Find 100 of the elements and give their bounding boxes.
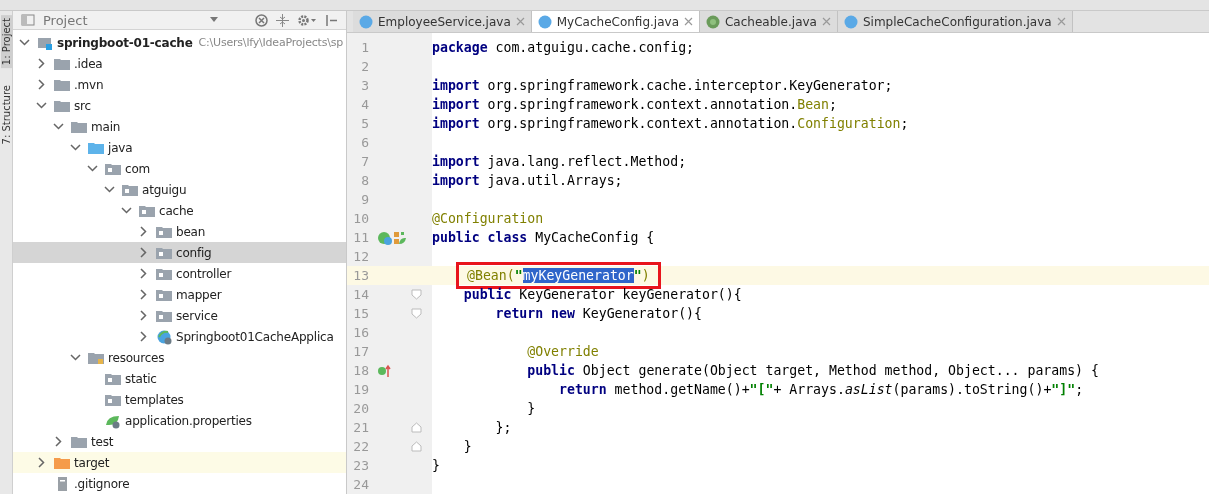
line-number: 12 bbox=[352, 249, 369, 264]
target-icon[interactable] bbox=[255, 13, 268, 27]
tree-label: config bbox=[176, 245, 212, 260]
code-line: return new KeyGenerator(){ bbox=[494, 306, 702, 321]
chevron-down-icon[interactable] bbox=[53, 121, 64, 132]
code-line: @Configuration bbox=[432, 211, 544, 226]
chevron-down-icon[interactable] bbox=[70, 352, 81, 363]
tree-row[interactable]: main bbox=[13, 116, 346, 137]
tree-row[interactable]: application.properties bbox=[13, 410, 346, 431]
line-number: 20 bbox=[352, 401, 369, 416]
line-number: 6 bbox=[360, 135, 369, 150]
fold-marker-icon[interactable] bbox=[411, 289, 422, 300]
line-number: 2 bbox=[360, 59, 369, 74]
editor-tab[interactable]: EmployeeService.java bbox=[353, 11, 532, 32]
tree-label: springboot-01-cache bbox=[57, 35, 193, 50]
tree-label: test bbox=[91, 434, 114, 449]
collapse-icon[interactable] bbox=[276, 13, 289, 27]
fold-marker-icon[interactable] bbox=[411, 422, 422, 433]
tree-row[interactable]: springboot-01-cache C:\Users\lfy\IdeaProjects\sp bbox=[13, 32, 346, 53]
tree-row[interactable]: com bbox=[13, 158, 346, 179]
code-line: import org.springframework.cache.interceptor.KeyGenerator; bbox=[432, 78, 893, 93]
close-icon[interactable] bbox=[684, 17, 693, 26]
tree-row[interactable]: test bbox=[13, 431, 346, 452]
fold-marker-icon[interactable] bbox=[411, 441, 422, 452]
tree-row[interactable]: service bbox=[13, 305, 346, 326]
code-line: return method.getName()+"["+ Arrays.asList(params).toString()+"]"; bbox=[558, 382, 1084, 397]
chevron-down-icon[interactable] bbox=[19, 37, 30, 48]
tree-row[interactable]: .idea bbox=[13, 53, 346, 74]
line-number: 22 bbox=[352, 439, 369, 454]
line-number: 1 bbox=[360, 40, 369, 55]
side-tab[interactable]: 1: Project bbox=[0, 15, 12, 69]
tree-row[interactable]: bean bbox=[13, 221, 346, 242]
line-number: 17 bbox=[352, 344, 369, 359]
chevron-right-icon[interactable] bbox=[138, 331, 149, 342]
tree-row[interactable]: Springboot01CacheApplica bbox=[13, 326, 346, 347]
tree-label: src bbox=[74, 98, 91, 113]
tree-row[interactable]: target bbox=[13, 452, 346, 473]
chevron-right-icon[interactable] bbox=[36, 58, 47, 69]
override-icon bbox=[377, 362, 391, 379]
tree-label: cache bbox=[159, 203, 194, 218]
line-number: 15 bbox=[352, 306, 369, 321]
tree-label: mapper bbox=[176, 287, 222, 302]
tree-label: bean bbox=[176, 224, 206, 239]
line-number: 11 bbox=[352, 230, 369, 245]
chevron-down-icon[interactable] bbox=[121, 205, 132, 216]
code-line: public KeyGenerator keyGenerator(){ bbox=[462, 287, 742, 302]
editor-tab[interactable]: MyCacheConfig.java bbox=[531, 11, 700, 32]
tree-label: com bbox=[125, 161, 151, 176]
chevron-right-icon[interactable] bbox=[36, 79, 47, 90]
panel-title[interactable]: Project bbox=[43, 12, 88, 28]
chevron-down-icon[interactable] bbox=[104, 184, 115, 195]
editor-tab[interactable]: Cacheable.java bbox=[700, 11, 838, 32]
fold-marker-icon[interactable] bbox=[411, 308, 422, 319]
tree-row[interactable]: cache bbox=[13, 200, 346, 221]
hide-icon[interactable] bbox=[325, 13, 338, 27]
tree-row[interactable]: java bbox=[13, 137, 346, 158]
line-number: 5 bbox=[360, 116, 369, 131]
chevron-right-icon[interactable] bbox=[138, 226, 149, 237]
code-line: public Object generate(Object target, Method method, Object... params) { bbox=[526, 363, 1099, 378]
tree-row[interactable]: .gitignore bbox=[13, 473, 346, 494]
line-number: 13 bbox=[352, 268, 369, 283]
chevron-right-icon[interactable] bbox=[138, 289, 149, 300]
tree-row[interactable]: config bbox=[13, 242, 346, 263]
tree-row[interactable]: atguigu bbox=[13, 179, 346, 200]
chevron-right-icon[interactable] bbox=[138, 247, 149, 258]
class-icon bbox=[156, 328, 172, 345]
line-number: 14 bbox=[352, 287, 369, 302]
tree-label: main bbox=[91, 119, 121, 134]
window-icon bbox=[21, 14, 35, 26]
tree-row[interactable]: controller bbox=[13, 263, 346, 284]
tree-row[interactable]: .mvn bbox=[13, 74, 346, 95]
code-line: import org.springframework.context.annotation.Configuration; bbox=[432, 116, 909, 131]
chevron-right-icon[interactable] bbox=[36, 457, 47, 468]
tree-label: java bbox=[108, 140, 133, 155]
code-line: } bbox=[526, 401, 536, 416]
line-number: 3 bbox=[360, 78, 369, 93]
chevron-down-icon[interactable] bbox=[70, 142, 81, 153]
line-number: 21 bbox=[352, 420, 369, 435]
dropdown-arrow-icon[interactable] bbox=[209, 17, 219, 23]
line-number: 24 bbox=[352, 477, 369, 492]
settings-icon[interactable] bbox=[297, 13, 317, 27]
tree-row[interactable]: mapper bbox=[13, 284, 346, 305]
code-line: import org.springframework.context.annotation.Bean; bbox=[432, 97, 837, 112]
editor-tab[interactable]: SimpleCacheConfiguration.java bbox=[837, 11, 1073, 32]
tree-row[interactable]: static bbox=[13, 368, 346, 389]
code-line: import java.lang.reflect.Method; bbox=[432, 154, 687, 169]
chevron-down-icon[interactable] bbox=[36, 100, 47, 111]
chevron-down-icon[interactable] bbox=[87, 163, 98, 174]
tree-row[interactable]: resources bbox=[13, 347, 346, 368]
line-number: 23 bbox=[352, 458, 369, 473]
tree-row[interactable]: src bbox=[13, 95, 346, 116]
tree-label: controller bbox=[176, 266, 232, 281]
chevron-right-icon[interactable] bbox=[53, 436, 64, 447]
side-tab[interactable]: 7: Structure bbox=[0, 82, 12, 148]
chevron-right-icon[interactable] bbox=[138, 310, 149, 321]
tree-label: target bbox=[74, 455, 110, 470]
chevron-right-icon[interactable] bbox=[138, 268, 149, 279]
tree-label: static bbox=[125, 371, 157, 386]
line-number: 19 bbox=[352, 382, 369, 397]
tree-row[interactable]: templates bbox=[13, 389, 346, 410]
